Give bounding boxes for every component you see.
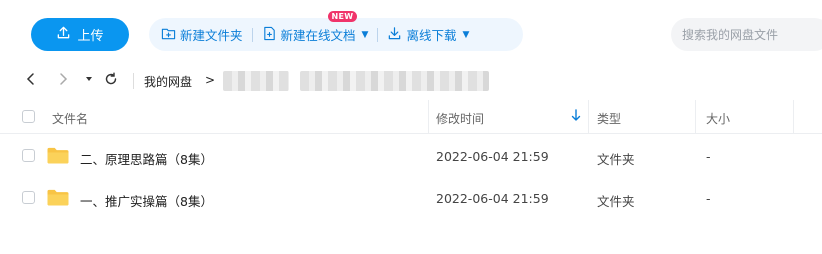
history-dropdown-button[interactable] (80, 72, 98, 90)
redacted-path-segment (223, 71, 289, 91)
file-type: 文件夹 (597, 152, 635, 167)
file-name[interactable]: 二、原理思路篇（8集） (80, 149, 213, 168)
nav-divider (133, 73, 134, 89)
toolbar-divider (251, 27, 253, 42)
new-folder-icon (161, 26, 176, 44)
column-divider (793, 100, 794, 134)
toolbar: 上传 新建文件夹 新建在线文档 ▼ NEW 离线下载 ▼ 搜索我的网盘文件 (0, 0, 822, 66)
file-type: 文件夹 (597, 194, 635, 209)
dropdown-icon (82, 72, 96, 90)
column-header-size[interactable]: 大小 (706, 110, 730, 127)
table-header: 文件名 修改时间 类型 大小 (0, 100, 822, 134)
search-box (671, 18, 822, 51)
new-online-doc-label: 新建在线文档 (280, 28, 356, 43)
column-divider (428, 100, 429, 134)
row-checkbox[interactable] (22, 191, 35, 204)
folder-icon (47, 147, 69, 168)
forward-button[interactable] (54, 72, 72, 90)
row-checkbox[interactable] (22, 149, 35, 162)
back-icon (24, 72, 38, 90)
column-header-modified[interactable]: 修改时间 (436, 110, 484, 127)
upload-label: 上传 (77, 29, 104, 44)
file-size: - (706, 149, 711, 164)
new-folder-label: 新建文件夹 (180, 28, 243, 43)
forward-icon (56, 72, 70, 90)
upload-icon (56, 25, 71, 44)
file-name[interactable]: 一、推广实操篇（8集） (80, 191, 213, 210)
download-icon (387, 26, 402, 44)
folder-icon (47, 189, 69, 210)
file-size: - (706, 191, 711, 206)
column-divider (588, 100, 589, 134)
column-divider (695, 100, 696, 134)
column-header-name[interactable]: 文件名 (52, 110, 88, 127)
table-row[interactable]: 一、推广实操篇（8集） 2022-06-04 21:59 文件夹 - (0, 177, 822, 219)
offline-download-label: 离线下载 (406, 28, 457, 43)
sort-down-icon[interactable] (571, 109, 581, 125)
nav-bar: 我的网盘 > (0, 66, 822, 96)
upload-button[interactable]: 上传 (31, 18, 129, 51)
new-online-doc-button[interactable]: 新建在线文档 ▼ NEW (262, 11, 369, 44)
chevron-down-icon: ▼ (361, 29, 369, 40)
new-badge: NEW (327, 11, 358, 22)
back-button[interactable] (22, 72, 40, 90)
new-folder-button[interactable]: 新建文件夹 (161, 25, 243, 44)
refresh-button[interactable] (102, 72, 120, 90)
file-modified: 2022-06-04 21:59 (436, 191, 549, 206)
breadcrumb-root[interactable]: 我的网盘 (144, 73, 192, 90)
search-input[interactable] (682, 27, 822, 42)
chevron-down-icon: ▼ (462, 29, 470, 40)
refresh-icon (104, 72, 118, 90)
column-header-type[interactable]: 类型 (597, 110, 621, 127)
action-group: 新建文件夹 新建在线文档 ▼ NEW 离线下载 ▼ (149, 11, 523, 51)
new-doc-icon (262, 26, 277, 44)
file-modified: 2022-06-04 21:59 (436, 149, 549, 164)
breadcrumb-arrow-icon: > (205, 73, 216, 87)
redacted-path-segment (300, 71, 489, 91)
table-row[interactable]: 二、原理思路篇（8集） 2022-06-04 21:59 文件夹 - (0, 135, 822, 177)
toolbar-divider (377, 27, 379, 42)
select-all-checkbox[interactable] (22, 110, 35, 123)
offline-download-button[interactable]: 离线下载 ▼ (387, 25, 469, 44)
